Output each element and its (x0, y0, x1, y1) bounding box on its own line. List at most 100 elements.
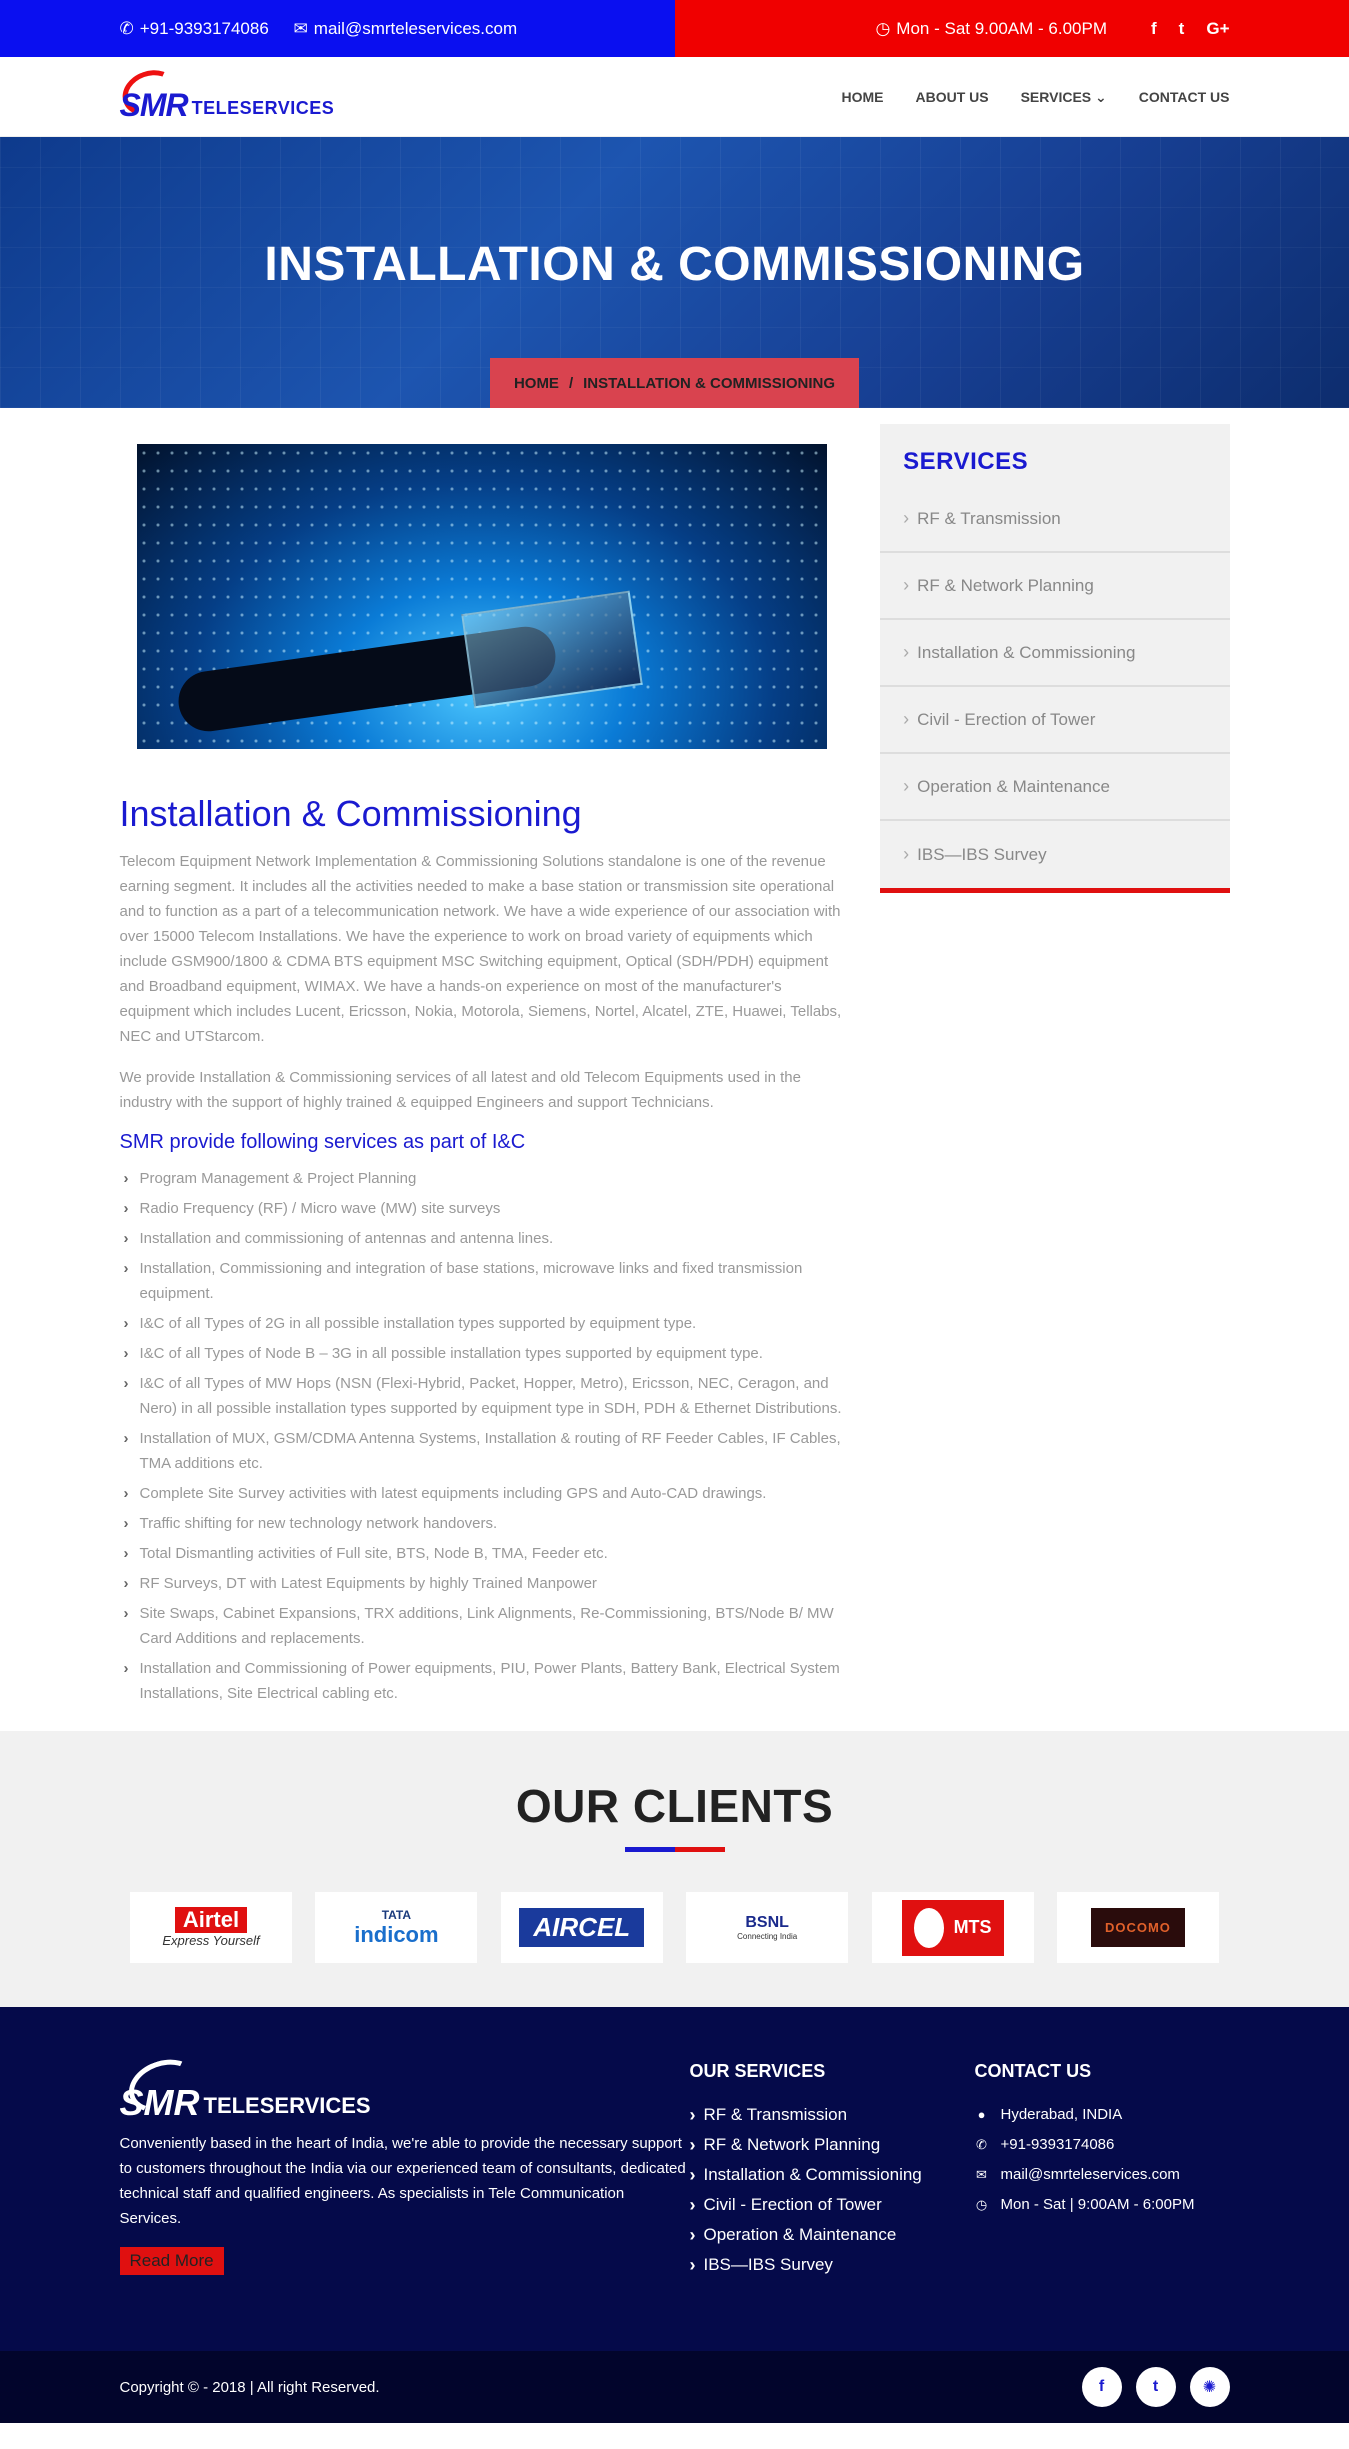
footer-contact-title: CONTACT US (974, 2061, 1092, 2081)
top-phone[interactable]: ✆ +91-9393174086 (120, 19, 269, 39)
chevron-down-icon: ⌄ (1095, 88, 1107, 105)
sidebar-item-rf-network-planning[interactable]: › RF & Network Planning (880, 553, 1230, 620)
chevron-right-icon: › (689, 2255, 696, 2275)
page-banner: INSTALLATION & COMMISSIONING HOME / INST… (0, 137, 1349, 408)
top-email[interactable]: ✉ mail@smrteleservices.com (294, 19, 518, 39)
site-logo[interactable]: SMR TELESERVICES (115, 62, 335, 127)
main-content: Installation & Commissioning Telecom Equ… (120, 424, 846, 1711)
content-heading: Installation & Commissioning (119, 793, 582, 834)
copyright: Copyright © - 2018 | All right Reserved. (119, 2378, 380, 2396)
chevron-right-icon: › (689, 2135, 696, 2155)
footer-location: ● Hyderabad, INDIA (975, 2100, 1230, 2130)
breadcrumb-separator: / (568, 374, 574, 392)
list-item: Radio Frequency (RF) / Micro wave (MW) s… (120, 1196, 846, 1221)
twitter-icon[interactable]: t (1179, 19, 1185, 39)
nav-services[interactable]: SERVICES ⌄ (1021, 89, 1107, 106)
chevron-right-icon: › (689, 2105, 696, 2125)
main-nav: HOME ABOUT US SERVICES ⌄ CONTACT US (841, 89, 1229, 106)
chevron-right-icon: › (903, 844, 910, 864)
bottom-bar: Copyright © - 2018 | All right Reserved.… (0, 2351, 1349, 2423)
client-logo-airtel: Airtel Express Yourself (130, 1892, 292, 1963)
mts-egg-icon (913, 1907, 944, 1948)
fiber-cable-image (137, 444, 828, 749)
breadcrumb: HOME / INSTALLATION & COMMISSIONING (490, 358, 859, 408)
services-list: Program Management & Project Planning Ra… (120, 1166, 846, 1706)
chevron-right-icon: › (689, 2165, 696, 2185)
list-item: Installation of MUX, GSM/CDMA Antenna Sy… (120, 1426, 846, 1476)
chevron-right-icon: › (689, 2225, 696, 2245)
clock-icon: ◷ (975, 2197, 988, 2212)
list-item: Installation and Commissioning of Power … (120, 1656, 846, 1706)
sidebar-item-civil-tower[interactable]: › Civil - Erection of Tower (880, 687, 1230, 754)
list-item: RF Surveys, DT with Latest Equipments by… (120, 1571, 846, 1596)
top-hours: ◷ Mon - Sat 9.00AM - 6.00PM (875, 18, 1107, 38)
intro-paragraph: Telecom Equipment Network Implementation… (119, 853, 842, 1045)
envelope-icon: ✉ (293, 18, 308, 38)
footer-link-rf-network-planning[interactable]: › RF & Network Planning (690, 2130, 975, 2160)
google-plus-icon[interactable]: G+ (1206, 19, 1229, 39)
list-item: I&C of all Types of 2G in all possible i… (120, 1311, 846, 1336)
sidebar-item-ibs[interactable]: › IBS—IBS Survey (880, 821, 1229, 888)
sidebar-item-rf-transmission[interactable]: › RF & Transmission (880, 486, 1230, 553)
read-more-button[interactable]: Read More (119, 2247, 224, 2275)
facebook-icon[interactable]: f (1081, 2367, 1122, 2407)
support-paragraph: We provide Installation & Commissioning … (119, 1069, 801, 1111)
phone-icon: ✆ (119, 18, 134, 38)
footer-services-title: OUR SERVICES (689, 2061, 826, 2081)
footer-hours: ◷ Mon - Sat | 9:00AM - 6:00PM (975, 2190, 1230, 2220)
client-logo-mts: MTS (871, 1892, 1034, 1963)
clients-section: OUR CLIENTS Airtel Express Yourself TATA i… (0, 1731, 1349, 2007)
breadcrumb-current: INSTALLATION & COMMISSIONING (583, 374, 836, 392)
chevron-right-icon: › (903, 642, 910, 662)
facebook-icon[interactable]: f (1151, 19, 1157, 39)
client-logo-tata-indicom: TATA indicom (315, 1892, 478, 1963)
services-subheading: SMR provide following services as part o… (119, 1131, 526, 1153)
envelope-icon: ✉ (976, 2167, 987, 2182)
footer: SMR TELESERVICES Conveniently based in t… (0, 2007, 1349, 2351)
phone-icon: ✆ (976, 2137, 987, 2152)
list-item: Traffic shifting for new technology netw… (120, 1511, 846, 1536)
footer-email[interactable]: ✉ mail@smrteleservices.com (975, 2160, 1230, 2190)
client-logo-bsnl: BSNL Connecting India (686, 1892, 849, 1963)
map-pin-icon: ● (977, 2107, 986, 2122)
footer-link-installation[interactable]: › Installation & Commissioning (690, 2160, 975, 2190)
twitter-icon[interactable]: t (1135, 2367, 1176, 2407)
sidebar-title: SERVICES (903, 448, 1029, 475)
chevron-right-icon: › (903, 776, 910, 796)
list-item: Site Swaps, Cabinet Expansions, TRX addi… (120, 1601, 846, 1651)
chevron-right-icon: › (689, 2195, 696, 2215)
clients-title: OUR CLIENTS (515, 1780, 834, 1832)
sidebar: SERVICES › RF & Transmission › RF & Networ… (880, 424, 1230, 1711)
list-item: Total Dismantling activities of Full sit… (120, 1541, 846, 1566)
list-item: Complete Site Survey activities with lat… (120, 1481, 846, 1506)
list-item: Installation, Commissioning and integrat… (120, 1256, 846, 1306)
page-title: INSTALLATION & COMMISSIONING (264, 238, 1085, 291)
list-item: I&C of all Types of MW Hops (NSN (Flexi-… (120, 1371, 846, 1421)
client-logo-aircel: AIRCEL (500, 1892, 663, 1963)
footer-phone[interactable]: ✆ +91-9393174086 (975, 2130, 1230, 2160)
nav-contact[interactable]: CONTACT US (1139, 89, 1230, 106)
dribbble-icon[interactable]: ✺ (1189, 2367, 1230, 2407)
footer-link-operation[interactable]: › Operation & Maintenance (690, 2220, 975, 2250)
list-item: I&C of all Types of Node B – 3G in all p… (120, 1341, 846, 1366)
chevron-right-icon: › (903, 709, 910, 729)
footer-about-text: Conveniently based in the heart of India… (119, 2135, 686, 2227)
footer-link-civil-tower[interactable]: › Civil - Erection of Tower (690, 2190, 975, 2220)
client-logo-docomo: DOCOMO (1056, 1892, 1219, 1963)
clock-icon: ◷ (875, 18, 891, 38)
nav-about[interactable]: ABOUT US (915, 89, 988, 106)
list-item: Installation and commissioning of antenn… (120, 1226, 846, 1251)
sidebar-item-installation[interactable]: › Installation & Commissioning (880, 620, 1230, 687)
nav-home[interactable]: HOME (841, 89, 883, 106)
top-bar: ✆ +91-9393174086 ✉ mail@smrteleservices.co… (0, 0, 1349, 57)
footer-logo: SMR TELESERVICES (120, 2050, 690, 2123)
sidebar-item-operation[interactable]: › Operation & Maintenance (880, 754, 1230, 821)
chevron-right-icon: › (903, 508, 910, 528)
footer-link-ibs[interactable]: › IBS—IBS Survey (690, 2250, 975, 2280)
chevron-right-icon: › (903, 575, 910, 595)
footer-link-rf-transmission[interactable]: › RF & Transmission (690, 2100, 975, 2130)
breadcrumb-home[interactable]: HOME (514, 375, 559, 392)
title-divider (624, 1847, 725, 1852)
header: SMR TELESERVICES HOME ABOUT US SERVICES … (0, 57, 1349, 137)
list-item: Program Management & Project Planning (120, 1166, 846, 1191)
